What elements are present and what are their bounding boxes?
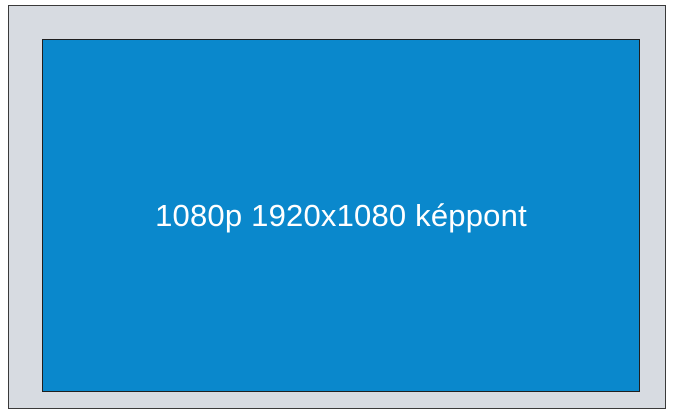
resolution-label: 1080p 1920x1080 képpont bbox=[155, 197, 527, 233]
resolution-area: 1080p 1920x1080 képpont bbox=[42, 39, 640, 392]
